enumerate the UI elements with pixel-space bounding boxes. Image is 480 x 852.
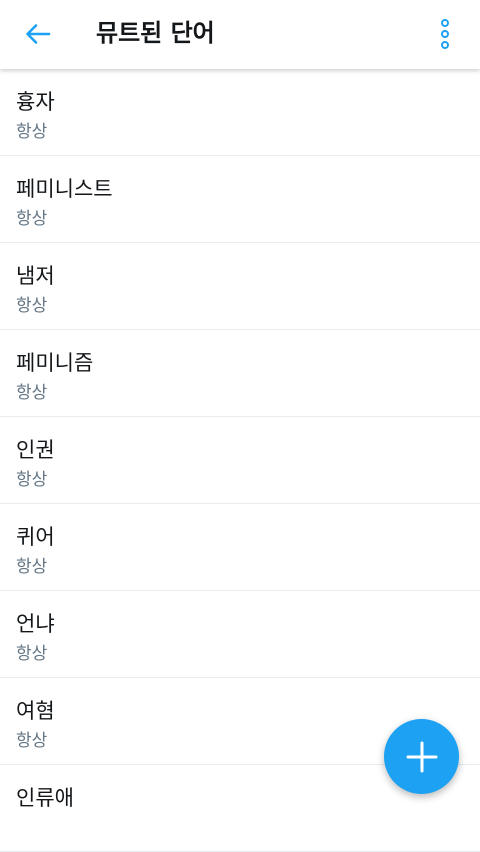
muted-word-item[interactable]: 인권 항상 bbox=[0, 417, 480, 504]
arrow-left-icon bbox=[26, 24, 51, 44]
back-button[interactable] bbox=[14, 14, 62, 54]
muted-word-item[interactable]: 퀴어 항상 bbox=[0, 504, 480, 591]
page-title: 뮤트된 단어 bbox=[96, 19, 215, 47]
muted-word: 언냐 bbox=[16, 612, 55, 636]
mute-duration: 항상 bbox=[16, 296, 48, 316]
mute-duration: 항상 bbox=[16, 383, 48, 403]
add-muted-word-button[interactable] bbox=[384, 719, 459, 794]
muted-word-item[interactable]: 페미니즘 항상 bbox=[0, 330, 480, 417]
muted-word: 인류애 bbox=[16, 786, 74, 810]
mute-duration: 항상 bbox=[16, 557, 48, 577]
mute-duration: 항상 bbox=[16, 122, 48, 142]
mute-duration: 항상 bbox=[16, 731, 48, 751]
muted-word: 여혐 bbox=[16, 699, 55, 723]
muted-word: 페미니스트 bbox=[16, 177, 113, 201]
muted-word-item[interactable]: 냄저 항상 bbox=[0, 243, 480, 330]
muted-word-item[interactable]: 언냐 항상 bbox=[0, 591, 480, 678]
muted-word: 냄저 bbox=[16, 264, 55, 288]
more-options-button[interactable] bbox=[422, 12, 468, 56]
app-bar: 뮤트된 단어 bbox=[0, 0, 480, 69]
vertical-dots-icon bbox=[441, 19, 449, 49]
muted-word: 인권 bbox=[16, 438, 55, 462]
muted-word: 퀴어 bbox=[16, 525, 55, 549]
muted-word: 흉자 bbox=[16, 90, 55, 114]
mute-duration: 항상 bbox=[16, 470, 48, 490]
muted-word-item[interactable]: 흉자 항상 bbox=[0, 69, 480, 156]
muted-word-item[interactable]: 페미니스트 항상 bbox=[0, 156, 480, 243]
muted-word: 페미니즘 bbox=[16, 351, 94, 375]
mute-duration: 항상 bbox=[16, 209, 48, 229]
plus-icon bbox=[406, 741, 437, 772]
mute-duration: 항상 bbox=[16, 644, 48, 664]
